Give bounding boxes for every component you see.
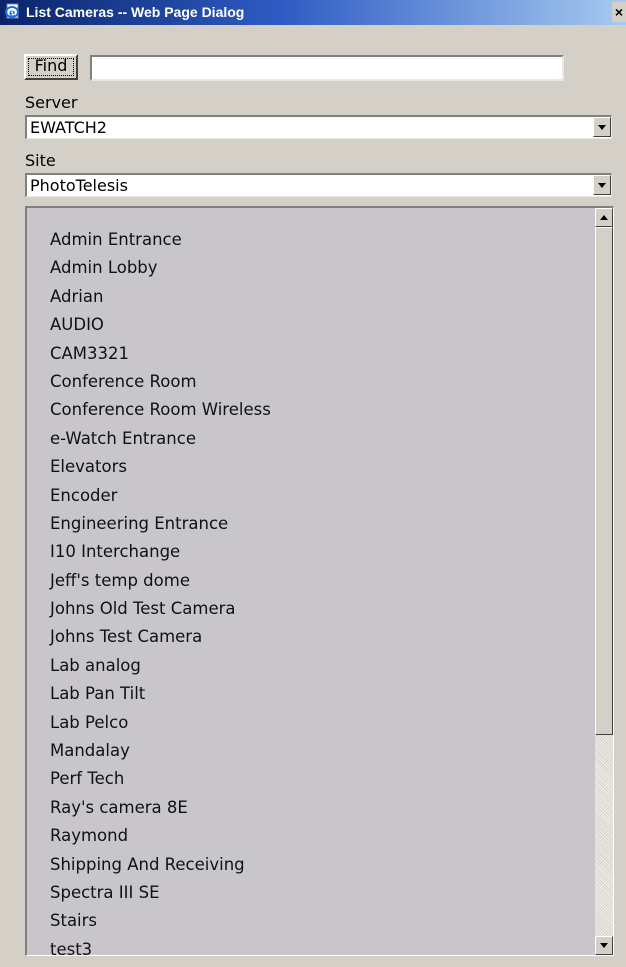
camera-list-item[interactable]: Encoder <box>50 482 271 510</box>
camera-list-item[interactable]: Ray's camera 8E <box>50 794 271 822</box>
camera-list-item[interactable]: Lab Pan Tilt <box>50 680 271 708</box>
camera-list-item[interactable]: CAM3321 <box>50 340 271 368</box>
camera-list-item[interactable]: Jeff's temp dome <box>50 567 271 595</box>
camera-list-item[interactable]: I10 Interchange <box>50 538 271 566</box>
camera-list-item[interactable]: Stairs <box>50 907 271 935</box>
chevron-down-icon <box>598 125 606 130</box>
scroll-thumb[interactable] <box>595 227 613 735</box>
list-scrollbar[interactable] <box>595 208 613 955</box>
chevron-down-icon <box>598 183 606 188</box>
camera-list-item[interactable]: Johns Old Test Camera <box>50 595 271 623</box>
site-dropdown-button[interactable] <box>593 175 611 195</box>
camera-list-item[interactable]: Lab analog <box>50 652 271 680</box>
find-input[interactable] <box>90 55 564 81</box>
window-title: List Cameras -- Web Page Dialog <box>26 4 245 20</box>
camera-list-item[interactable]: Raymond <box>50 822 271 850</box>
camera-list-item[interactable]: Mandalay <box>50 737 271 765</box>
camera-list-item[interactable]: Admin Entrance <box>50 226 271 254</box>
server-label: Server <box>25 93 78 112</box>
camera-list-item[interactable]: Lab Pelco <box>50 709 271 737</box>
close-button[interactable]: × <box>612 2 626 22</box>
camera-list-item[interactable]: Engineering Entrance <box>50 510 271 538</box>
camera-list-item[interactable]: AUDIO <box>50 311 271 339</box>
server-dropdown-button[interactable] <box>593 117 611 137</box>
camera-list-item[interactable]: Spectra III SE <box>50 879 271 907</box>
camera-list-item[interactable]: Johns Test Camera <box>50 623 271 651</box>
camera-list-item[interactable]: Conference Room <box>50 368 271 396</box>
camera-list-item[interactable]: test3 <box>50 936 271 955</box>
camera-list-item[interactable]: Adrian <box>50 283 271 311</box>
camera-list-item[interactable]: Shipping And Receiving <box>50 851 271 879</box>
scroll-down-button[interactable] <box>595 936 613 955</box>
site-select[interactable]: PhotoTelesis <box>25 173 612 197</box>
svg-text:e: e <box>9 8 15 19</box>
camera-list-item[interactable]: e-Watch Entrance <box>50 425 271 453</box>
camera-list[interactable]: Admin Entrance Admin Lobby Adrian AUDIO CAM3… <box>25 206 614 956</box>
scroll-up-button[interactable] <box>595 208 613 227</box>
camera-list-items: Admin Entrance Admin Lobby Adrian AUDIO CAM3… <box>50 226 271 955</box>
find-button[interactable]: Find <box>24 54 78 80</box>
camera-list-item[interactable]: Admin Lobby <box>50 254 271 282</box>
arrow-up-icon <box>600 215 608 220</box>
camera-list-item[interactable]: Conference Room Wireless <box>50 396 271 424</box>
ie-page-icon: e <box>5 3 19 19</box>
server-selected-value: EWATCH2 <box>30 118 107 137</box>
title-bar: e List Cameras -- Web Page Dialog × <box>0 0 626 25</box>
camera-list-item[interactable]: Elevators <box>50 453 271 481</box>
server-select[interactable]: EWATCH2 <box>25 115 612 139</box>
camera-list-item[interactable]: Perf Tech <box>50 765 271 793</box>
site-selected-value: PhotoTelesis <box>30 176 128 195</box>
site-label: Site <box>25 151 56 170</box>
arrow-down-icon <box>600 943 608 948</box>
